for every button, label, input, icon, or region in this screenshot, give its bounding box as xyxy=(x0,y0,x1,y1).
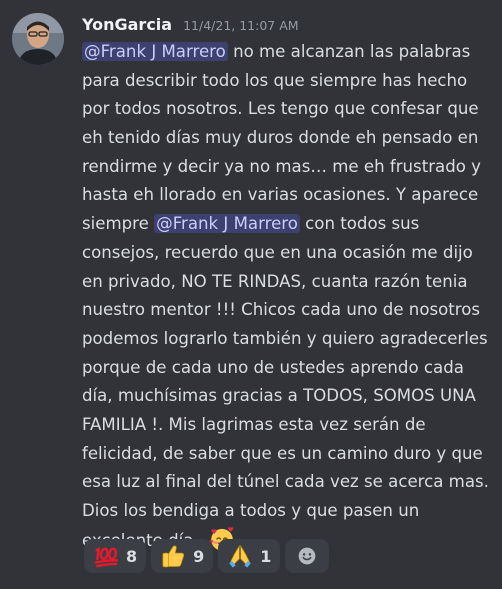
message-text: FAMILIA !. Mis lagrimas esta vez serán d… xyxy=(82,414,426,434)
add-reaction-button[interactable] xyxy=(285,539,330,573)
user-mention[interactable]: @Frank J Marrero xyxy=(154,214,300,234)
message-line: nuestro mentor !!! Chicos cada uno de no… xyxy=(82,296,496,325)
avatar-photo xyxy=(12,13,64,65)
message-text: porque de cada uno de ustedes aprendo ca… xyxy=(82,357,464,377)
reaction-count: 1 xyxy=(260,546,272,566)
message-line: esa luz al final del túnel cada vez se a… xyxy=(82,468,496,497)
message-text: nuestro mentor !!! Chicos cada uno de no… xyxy=(82,300,481,320)
message-line: consejos, recuerdo que en una ocasión me… xyxy=(82,239,496,268)
message-line: FAMILIA !. Mis lagrimas esta vez serán d… xyxy=(82,411,496,440)
message-text: con todos sus xyxy=(299,214,420,234)
message-text: no me alcanzan las palabras xyxy=(227,42,471,61)
message-line: hasta eh llorado en varias ocasiones. Y … xyxy=(82,181,496,210)
reactions-bar: 8 9 1 xyxy=(84,539,330,573)
message-text: podemos lograrlo también y quiero agrade… xyxy=(82,328,488,348)
message-text: hasta eh llorado en varias ocasiones. Y … xyxy=(82,185,479,205)
user-mention[interactable]: @Frank J Marrero xyxy=(82,42,228,61)
reaction-count: 9 xyxy=(193,546,205,566)
username[interactable]: YonGarcia xyxy=(82,15,172,34)
add-reaction-smiley-icon xyxy=(297,546,317,566)
message-text: por todos nosotros. Les tengo que confes… xyxy=(82,99,479,119)
folded-hands-icon xyxy=(227,543,253,569)
hundred-points-icon xyxy=(93,543,119,569)
chat-message: YonGarcia 11/4/21, 11:07 AM @Frank J Mar… xyxy=(0,0,502,589)
reaction-thumbs-up-button[interactable]: 9 xyxy=(151,539,214,573)
message-text: consejos, recuerdo que en una ocasión me… xyxy=(82,242,473,262)
message-line: Dios los bendiga a todos y que pasen un xyxy=(82,497,496,526)
reaction-folded-hands-button[interactable]: 1 xyxy=(218,539,281,573)
message-line: para describir todo los que siempre has … xyxy=(82,67,496,96)
message-line: podemos lograrlo también y quiero agrade… xyxy=(82,325,496,354)
message-line: día, muchísimas gracias a TODOS, SOMOS U… xyxy=(82,382,496,411)
message-line: en privado, NO TE RINDAS, cuanta razón t… xyxy=(82,268,496,297)
reaction-count: 8 xyxy=(126,546,138,566)
message-line: @Frank J Marrero no me alcanzan las pala… xyxy=(82,38,496,67)
message-text: siempre xyxy=(82,214,155,234)
message-text: felicidad, de saber que es un camino dur… xyxy=(82,443,483,463)
message-text: rendirme y decir ya no mas… me eh frustr… xyxy=(82,156,481,176)
reaction-hundred-points-button[interactable]: 8 xyxy=(84,539,147,573)
message-text: en privado, NO TE RINDAS, cuanta razón t… xyxy=(82,271,468,291)
message-text: eh tenido días muy duros donde eh pensad… xyxy=(82,128,479,148)
message-line: porque de cada uno de ustedes aprendo ca… xyxy=(82,354,496,383)
message-text: esa luz al final del túnel cada vez se a… xyxy=(82,472,489,492)
avatar[interactable] xyxy=(12,13,64,65)
message-content: @Frank J Marrero no me alcanzan las pala… xyxy=(82,38,496,554)
message-header: YonGarcia 11/4/21, 11:07 AM xyxy=(82,15,299,37)
message-line: felicidad, de saber que es un camino dur… xyxy=(82,440,496,469)
message-text: Dios los bendiga a todos y que pasen un xyxy=(82,501,420,520)
message-line: eh tenido días muy duros donde eh pensad… xyxy=(82,124,496,153)
thumbs-up-icon xyxy=(160,543,186,569)
message-text: día, muchísimas gracias a TODOS, SOMOS U… xyxy=(82,386,476,406)
message-text: para describir todo los que siempre has … xyxy=(82,70,468,90)
message-line: siempre @Frank J Marrero con todos sus xyxy=(82,210,496,239)
message-line: por todos nosotros. Les tengo que confes… xyxy=(82,95,496,124)
timestamp: 11/4/21, 11:07 AM xyxy=(183,18,299,33)
message-line: rendirme y decir ya no mas… me eh frustr… xyxy=(82,153,496,182)
